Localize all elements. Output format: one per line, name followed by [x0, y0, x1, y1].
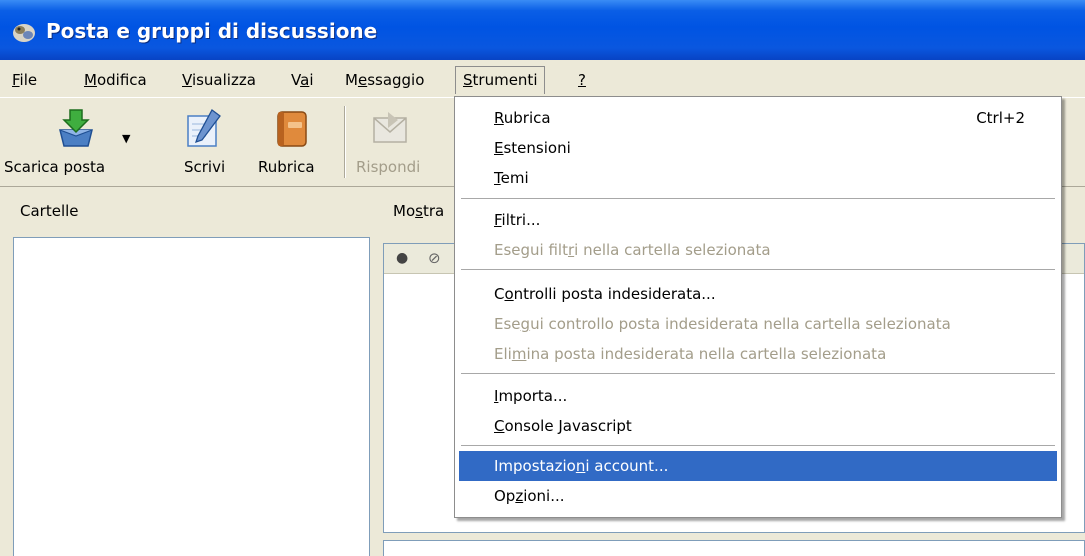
folders-header-label: Cartelle [20, 202, 79, 220]
menu-messaggio[interactable]: Messaggio [345, 67, 424, 93]
menu-file[interactable]: File [12, 67, 37, 93]
tools-item-junk-controls[interactable]: Controlli posta indesiderata... [459, 279, 1057, 309]
address-book-label: Rubrica [258, 158, 315, 176]
tools-item-run-filters[interactable]: Esegui filtri nella cartella selezionata [459, 235, 1057, 265]
menu-separator [461, 373, 1055, 375]
menu-strumenti[interactable]: Strumenti [455, 66, 546, 94]
reply-icon [373, 112, 407, 143]
thread-column-icon[interactable]: ● [396, 250, 408, 266]
attachment-column-icon[interactable]: ⊘ [428, 249, 441, 267]
address-book-icon [277, 111, 307, 147]
tools-item-filters[interactable]: Filtri... [459, 205, 1057, 235]
title-bar[interactable]: Posta e gruppi di discussione [0, 0, 1085, 60]
get-mail-dropdown-arrow-icon[interactable]: ▼ [122, 132, 130, 145]
get-mail-button[interactable]: ▼ Scarica posta [4, 98, 144, 186]
tools-item-javascript-console[interactable]: Console Javascript [459, 411, 1057, 441]
tools-item-import[interactable]: Importa... [459, 381, 1057, 411]
get-mail-icon [59, 109, 93, 147]
tools-item-themes[interactable]: Temi [459, 163, 1057, 193]
thunderbird-window: Posta e gruppi di discussione File Modif… [0, 0, 1085, 556]
menu-help[interactable]: ? [578, 67, 586, 93]
menu-separator [461, 445, 1055, 447]
tools-item-options[interactable]: Opzioni... [459, 481, 1057, 511]
address-book-shortcut: Ctrl+2 [976, 109, 1025, 127]
menu-visualizza[interactable]: Visualizza [182, 67, 256, 93]
tools-item-extensions[interactable]: Estensioni [459, 133, 1057, 163]
reply-button[interactable]: Rispondi [354, 98, 444, 186]
tools-item-account-settings[interactable]: Impostazioni account... [459, 451, 1057, 481]
menu-modifica[interactable]: Modifica [84, 67, 147, 93]
address-book-button[interactable]: Rubrica [254, 98, 330, 186]
write-label: Scrivi [184, 158, 226, 176]
reply-label: Rispondi [356, 158, 421, 176]
pane-splitter[interactable] [370, 190, 384, 556]
write-icon [187, 109, 221, 147]
tools-item-run-junk-control[interactable]: Esegui controllo posta indesiderata nell… [459, 309, 1057, 339]
folders-header: Cartelle [0, 190, 370, 234]
menu-separator [461, 198, 1055, 200]
tools-menu: Rubrica Ctrl+2 Estensioni Temi Filtri...… [454, 96, 1062, 518]
tools-item-address-book[interactable]: Rubrica Ctrl+2 [459, 103, 1057, 133]
app-icon [13, 24, 35, 42]
toolbar-separator [344, 106, 346, 178]
write-button[interactable]: Scrivi [176, 98, 236, 186]
menu-vai[interactable]: Vai [291, 67, 313, 93]
view-label: Mostra [393, 202, 445, 220]
folder-tree[interactable] [13, 237, 370, 556]
menu-separator [461, 269, 1055, 271]
tools-item-delete-junk[interactable]: Elimina posta indesiderata nella cartell… [459, 339, 1057, 369]
menu-bar: File Modifica Visualizza Vai Messaggio S… [0, 60, 1085, 96]
message-preview-pane[interactable] [383, 540, 1085, 556]
get-mail-label: Scarica posta [4, 158, 106, 176]
window-title: Posta e gruppi di discussione [46, 19, 378, 43]
